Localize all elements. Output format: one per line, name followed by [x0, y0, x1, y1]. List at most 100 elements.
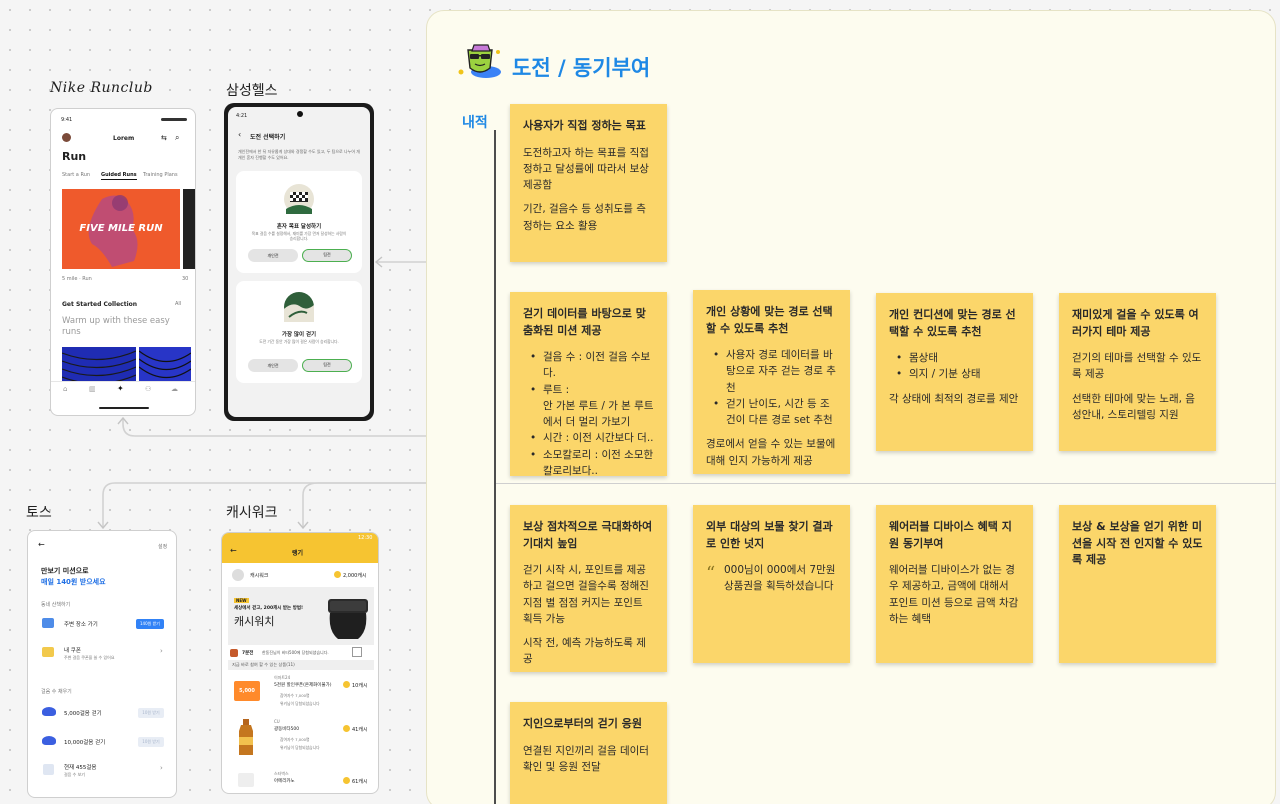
- back-icon[interactable]: ‹: [238, 130, 241, 139]
- hero-meta: 5 mile · Run: [62, 276, 92, 282]
- search-icon[interactable]: ⌕: [175, 133, 179, 143]
- sticky-note[interactable]: 웨어러블 디바이스 혜택 지원 동기부여 웨어러블 디바이스가 없는 경우 제공…: [876, 505, 1033, 663]
- sticky-note[interactable]: 재미있게 걸을 수 있도록 여러가지 테마 제공 걷기의 테마를 선택할 수 있…: [1059, 293, 1216, 451]
- sticky-note[interactable]: 보상 점차적으로 극대화하여 기대치 높임 걷기 시작 시, 포인트를 제공하고…: [510, 505, 667, 672]
- product-winner: 위키님이 당첨되셨습니다: [280, 745, 320, 750]
- challenge-card-1[interactable]: 혼자 목표 달성하기 목표 걸음 수를 설정해서, 재미를 가장 먼저 달성하는…: [236, 171, 362, 273]
- activity-icon[interactable]: ▥: [89, 385, 96, 393]
- product-count: 참여자수 7,000명: [280, 737, 310, 742]
- challenge-card-2[interactable]: 가장 많이 걷기 도전 기간 동안 가장 많이 걸은 사람이 승리합니다. 개인…: [236, 281, 362, 383]
- app-label-toss: 토스: [26, 505, 52, 521]
- brand-name: 캐시워크: [250, 573, 269, 579]
- intro-text: 개인전에서 한 뒤 자유롭게 상대와 경쟁할 수도 있고, 두 팀으로 나누어 …: [238, 149, 360, 160]
- step-5000-button[interactable]: 10원 받기: [138, 708, 164, 718]
- section-title-1: 동네 산책하기: [41, 602, 71, 608]
- sticky-bullet: 루트 : 안 가본 루트 / 가 본 루트에서 더 멀리 가보기: [523, 382, 655, 431]
- shoe-icon[interactable]: ☁: [171, 385, 178, 393]
- avatar[interactable]: [62, 133, 71, 142]
- vita500-bottle-image: [239, 719, 253, 755]
- product-row[interactable]: CU 광동비타500 참여자수 7,000명 위키님이 당첨되셨습니다 41캐시: [222, 717, 378, 757]
- sticky-bullet: 걷기 난이도, 시간 등 조건이 다른 경로 set 추천: [706, 396, 838, 429]
- card2-solo-button[interactable]: 개인전: [248, 359, 298, 372]
- sticky-note[interactable]: 보상 & 보상을 얻기 위한 미션을 시작 전 인지할 수 있도록 제공: [1059, 505, 1216, 663]
- sticky-note[interactable]: 지인으로부터의 걷기 응원 연결된 지인끼리 걸음 데이터 확인 및 응원 전달: [510, 702, 667, 804]
- hero-text: FIVE MILE RUN: [79, 223, 163, 234]
- notice-time: 7분전: [242, 651, 254, 656]
- status-time: 4:21: [236, 113, 248, 119]
- sticky-text: 도전하고자 하는 목표를 직접 정하고 달성률에 따라서 보상 제공함: [523, 146, 649, 192]
- profile-icon: [232, 569, 244, 581]
- tab-guided-runs[interactable]: Guided Runs: [101, 172, 137, 180]
- card2-team-button[interactable]: 팀전: [302, 359, 352, 372]
- sticky-title: 웨어러블 디바이스 혜택 지원 동기부여: [889, 520, 1012, 550]
- collection-card-1[interactable]: [62, 347, 136, 381]
- qr-icon[interactable]: [352, 647, 362, 657]
- sticky-note[interactable]: 걷기 데이터를 바탕으로 맞춤화된 미션 제공 걸음 수 : 이전 걸음 수보다…: [510, 292, 667, 477]
- sticky-text: 연결된 지인끼리 걸음 데이터 확인 및 응원 전달: [523, 744, 649, 773]
- product-row[interactable]: 스타벅스 아메리카노 61캐시: [222, 769, 378, 793]
- sticky-note[interactable]: 사용자가 직접 정하는 목표 도전하고자 하는 목표를 직접 정하고 달성률에 …: [510, 104, 667, 262]
- sticky-text: 걷기 시작 시, 포인트를 제공하고 걸으면 걸을수록 정해진 지점 별 점점 …: [523, 564, 649, 625]
- section-title: Get Started Collection: [62, 301, 138, 308]
- product-name: 광동비타500: [274, 727, 300, 732]
- sticky-note[interactable]: 개인 상황에 맞는 경로 선택할 수 있도록 추천 사용자 경로 데이터를 바탕…: [693, 290, 850, 474]
- sticky-title: 외부 대상의 보물 찾기 결과로 인한 넛지: [706, 520, 833, 550]
- coin-icon: [343, 777, 350, 784]
- points-balance: 2,000캐시: [343, 573, 367, 579]
- product-brand: 스타벅스: [274, 771, 289, 776]
- toss-screenshot: ← 설정 만보기 미션으로 매일 140원 받으세요 동네 산책하기 주변 장소…: [27, 530, 177, 798]
- board-title: 도전 / 동기부여: [512, 56, 651, 80]
- current-steps: 현재 455걸음: [64, 765, 97, 771]
- section-all-link[interactable]: All: [175, 301, 181, 307]
- five-mile-run-card[interactable]: FIVE MILE RUN: [62, 189, 180, 269]
- sticky-title: 지인으로부터의 걷기 응원: [523, 717, 642, 730]
- get-reward-button[interactable]: 140원 받기: [136, 619, 164, 629]
- banner-tag: NEW: [234, 598, 249, 603]
- next-card[interactable]: [183, 189, 195, 269]
- item-my-coupon-sub: 주변 걸음 쿠폰을 쓸 수 있어요: [64, 655, 115, 660]
- step-10000-button[interactable]: 10원 받기: [138, 737, 164, 747]
- card1-solo-button[interactable]: 개인전: [248, 249, 298, 262]
- chevron-right-icon[interactable]: ›: [160, 764, 163, 772]
- filter-icon[interactable]: ⇆: [161, 134, 167, 142]
- card1-team-button[interactable]: 팀전: [302, 249, 352, 262]
- header-title: 랭기: [292, 550, 304, 557]
- header-title: 도전 선택하기: [250, 134, 286, 141]
- app-label-cashwalk: 캐시워크: [226, 505, 278, 521]
- settings-link[interactable]: 설정: [158, 543, 167, 550]
- club-icon[interactable]: ⚇: [145, 385, 151, 393]
- sticky-bullet: 소모칼로리 : 이전 소모한 칼로리보다..: [523, 447, 655, 480]
- sticky-text: 걷기의 테마를 선택할 수 있도록 제공: [1072, 352, 1202, 381]
- product-row[interactable]: 5,000 이마트24 5천원 할인쿠폰(온제화이불가) 참여자수 7,000명…: [222, 673, 378, 713]
- product-brand: CU: [274, 719, 280, 724]
- back-icon[interactable]: ←: [38, 540, 45, 549]
- horizontal-divider: [496, 483, 1276, 484]
- product-price: 41캐시: [352, 727, 368, 733]
- shoe-icon: [42, 707, 56, 716]
- chevron-right-icon[interactable]: ›: [160, 647, 163, 655]
- banner-big: 캐시워치: [234, 615, 275, 628]
- camera-hole: [297, 111, 303, 117]
- tab-training-plans[interactable]: Training Plans: [143, 172, 178, 178]
- home-indicator: [99, 407, 149, 409]
- sticky-text: 기간, 걸음수 등 성취도를 측정하는 요소 활용: [523, 203, 646, 232]
- cashwatch-banner[interactable]: NEW 세상에서 걷고, 200캐시 받는 방법! 캐시워치: [228, 587, 374, 645]
- coupon-image: 5,000: [234, 681, 260, 701]
- tab-start-run[interactable]: Start a Run: [62, 172, 90, 178]
- product-name: 아메리카노: [274, 779, 295, 784]
- collection-card-2[interactable]: [139, 347, 191, 381]
- coupon-icon: [42, 647, 54, 657]
- sticky-note[interactable]: 외부 대상의 보물 찾기 결과로 인한 넛지 000님이 000에서 7만원 상…: [693, 505, 850, 663]
- status-time: 9:41: [61, 117, 73, 123]
- sticky-text: 선택한 테마에 맞는 노래, 음성안내, 스토리텔링 지원: [1072, 392, 1195, 421]
- map-icon: [42, 618, 54, 628]
- back-icon[interactable]: ←: [230, 546, 237, 555]
- samsung-health-screenshot: 4:21 ‹ 도전 선택하기 개인전에서 한 뒤 자유롭게 상대와 경쟁할 수도…: [224, 103, 374, 421]
- sticky-text: 웨어러블 디바이스가 없는 경우 제공하고, 금액에 대해서 포인트 미션 등으…: [889, 564, 1019, 625]
- list-header: 지금 바로 참여 할 수 있는 상품(11): [228, 660, 374, 670]
- home-icon[interactable]: ⌂: [63, 385, 67, 393]
- banner-text: 세상에서 걷고, 200캐시 받는 방법!: [234, 606, 304, 611]
- run-icon[interactable]: ✦: [117, 384, 124, 393]
- sticky-note[interactable]: 개인 컨디션에 맞는 경로 선택할 수 있도록 추천 몸상태 의지 / 기분 상…: [876, 293, 1033, 451]
- app-label-nike: Nike Runclub: [50, 80, 153, 96]
